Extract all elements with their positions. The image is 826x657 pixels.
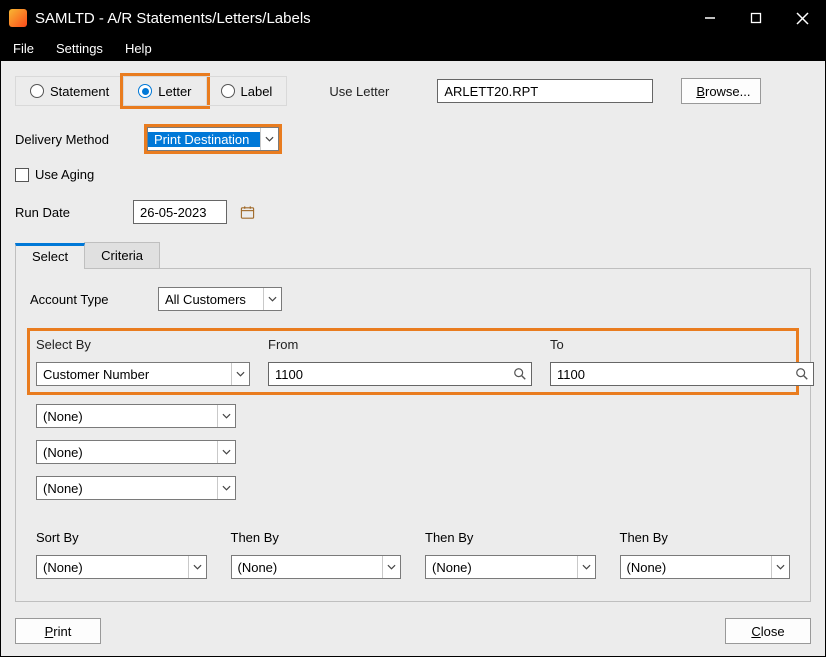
- browse-button[interactable]: Browse...: [681, 78, 761, 104]
- chevron-down-icon: [382, 556, 400, 578]
- tab-select[interactable]: Select: [15, 243, 85, 269]
- radio-circle-icon: [30, 84, 44, 98]
- sortby-header3: Then By: [425, 530, 596, 545]
- menu-settings[interactable]: Settings: [56, 41, 103, 56]
- sortby-combo2[interactable]: (None): [231, 555, 402, 579]
- use-aging-checkbox[interactable]: [15, 168, 29, 182]
- delivery-method-value: Print Destination: [148, 132, 260, 147]
- radio-letter-label: Letter: [158, 84, 191, 99]
- selectby-row3-combo[interactable]: (None): [36, 440, 236, 464]
- calendar-icon[interactable]: [237, 202, 257, 222]
- tab-strip: Select Criteria: [15, 242, 811, 269]
- sortby-combo3[interactable]: (None): [425, 555, 596, 579]
- delivery-method-combo[interactable]: Print Destination: [147, 127, 279, 151]
- close-button[interactable]: [779, 1, 825, 35]
- use-letter-input[interactable]: [437, 79, 653, 103]
- sortby-combo1[interactable]: (None): [36, 555, 207, 579]
- menu-file[interactable]: File: [13, 41, 34, 56]
- selectby-row1-combo[interactable]: Customer Number: [36, 362, 250, 386]
- tab-criteria[interactable]: Criteria: [84, 242, 160, 268]
- radio-circle-checked-icon: [138, 84, 152, 98]
- menubar: File Settings Help: [1, 35, 825, 61]
- radio-letter[interactable]: Letter: [123, 76, 206, 106]
- use-aging-label: Use Aging: [35, 167, 94, 182]
- chevron-down-icon: [577, 556, 595, 578]
- use-letter-label: Use Letter: [329, 84, 389, 99]
- menu-help[interactable]: Help: [125, 41, 152, 56]
- to-input-row1[interactable]: [550, 362, 814, 386]
- run-date-label: Run Date: [15, 205, 123, 220]
- sortby-combo4[interactable]: (None): [620, 555, 791, 579]
- selectby-row4-value: (None): [37, 481, 217, 496]
- sortby-header2: Then By: [231, 530, 402, 545]
- selectby-row3-value: (None): [37, 445, 217, 460]
- chevron-down-icon: [263, 288, 281, 310]
- header-select-by: Select By: [36, 337, 250, 352]
- chevron-down-icon: [217, 441, 235, 463]
- client-area: Statement Letter Label Use Letter Browse…: [1, 61, 825, 614]
- chevron-down-icon: [771, 556, 789, 578]
- radio-label[interactable]: Label: [207, 76, 288, 106]
- window: SAMLTD - A/R Statements/Letters/Labels F…: [0, 0, 826, 657]
- selectby-row2-combo[interactable]: (None): [36, 404, 236, 428]
- selectby-row4-combo[interactable]: (None): [36, 476, 236, 500]
- chevron-down-icon: [231, 363, 249, 385]
- app-icon: [9, 9, 27, 27]
- close-footer-button[interactable]: Close: [725, 618, 811, 644]
- from-input-row1[interactable]: [268, 362, 532, 386]
- sortby-header4: Then By: [620, 530, 791, 545]
- account-type-label: Account Type: [30, 292, 140, 307]
- selectby-row2-value: (None): [37, 409, 217, 424]
- finder-icon[interactable]: [794, 366, 810, 382]
- maximize-button[interactable]: [733, 1, 779, 35]
- chevron-down-icon: [188, 556, 206, 578]
- radio-circle-icon: [221, 84, 235, 98]
- tab-body: Account Type All Customers Select By Fro…: [15, 269, 811, 602]
- footer: Print Close: [1, 614, 825, 656]
- browse-button-rest: rowse...: [705, 84, 751, 99]
- account-type-combo[interactable]: All Customers: [158, 287, 282, 311]
- selectby-row1-value: Customer Number: [37, 367, 231, 382]
- doc-type-radio-group: Statement Letter Label: [15, 71, 287, 111]
- finder-icon[interactable]: [512, 366, 528, 382]
- delivery-method-label: Delivery Method: [15, 132, 137, 147]
- radio-label-label: Label: [241, 84, 273, 99]
- account-type-value: All Customers: [159, 292, 263, 307]
- header-to: To: [550, 337, 814, 352]
- sortby-header1: Sort By: [36, 530, 207, 545]
- chevron-down-icon: [260, 128, 278, 150]
- chevron-down-icon: [217, 477, 235, 499]
- radio-statement-label: Statement: [50, 84, 109, 99]
- radio-statement[interactable]: Statement: [15, 76, 123, 106]
- titlebar: SAMLTD - A/R Statements/Letters/Labels: [1, 1, 825, 35]
- minimize-button[interactable]: [687, 1, 733, 35]
- chevron-down-icon: [217, 405, 235, 427]
- window-title: SAMLTD - A/R Statements/Letters/Labels: [35, 10, 311, 27]
- run-date-input[interactable]: [133, 200, 227, 224]
- print-button[interactable]: Print: [15, 618, 101, 644]
- header-from: From: [268, 337, 532, 352]
